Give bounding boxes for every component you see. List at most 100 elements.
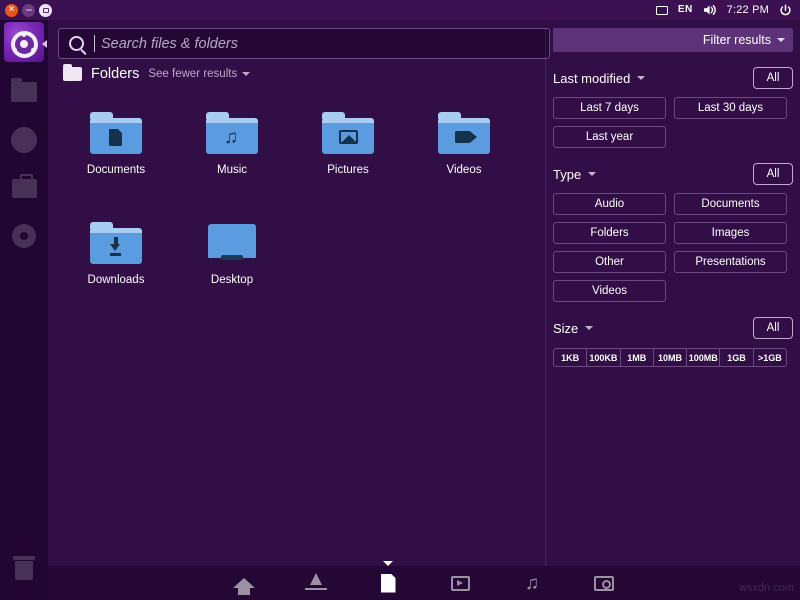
result-item-music[interactable]: ♫ Music [174,102,290,212]
scope-files[interactable] [375,570,401,596]
camera-icon [594,576,614,591]
search-icon [69,36,84,51]
display-indicator[interactable] [656,6,668,15]
text-cursor [94,35,95,52]
result-item-desktop[interactable]: Desktop [174,212,290,322]
maximize-button[interactable] [39,4,52,17]
sidebar-item-firefox[interactable] [0,116,48,164]
minimize-button[interactable] [22,4,35,17]
video-icon [451,576,470,591]
panel-divider [545,28,546,588]
filter-option-images[interactable]: Images [674,222,787,244]
software-center-icon [12,179,37,198]
volume-indicator[interactable] [703,4,717,16]
filter-results-header[interactable]: Filter results [553,28,793,52]
folder-documents-icon [90,112,142,154]
applications-icon [305,573,327,593]
result-label: Music [217,164,247,176]
size-step-1mb[interactable]: 1MB [621,349,654,366]
size-step-100kb[interactable]: 100KB [587,349,620,366]
result-item-downloads[interactable]: Downloads [58,212,174,322]
keyboard-layout-indicator[interactable]: EN [678,5,693,15]
filter-all-button[interactable]: All [753,317,793,339]
scope-videos[interactable] [447,570,473,596]
filter-group-title: Type [553,167,581,182]
files-document-icon [381,574,396,593]
size-step-10mb[interactable]: 10MB [654,349,687,366]
folder-icon [63,67,82,81]
scope-bar: ♫ [48,566,800,600]
filter-option-audio[interactable]: Audio [553,193,666,215]
folder-music-icon: ♫ [206,112,258,154]
result-item-pictures[interactable]: Pictures [290,102,406,212]
filter-group-last-modified: Last modified All Last 7 days Last 30 da… [553,67,793,148]
filter-all-button[interactable]: All [753,163,793,185]
filter-group-size: Size All 1KB 100KB 1MB 10MB 100MB 1GB >1… [553,317,793,367]
launcher-arrow-icon [42,40,47,48]
size-step-1gb[interactable]: 1GB [720,349,753,366]
top-panel: × EN 7:22 PM [0,0,800,20]
ubuntu-dash-icon [11,31,38,58]
search-input[interactable]: Search files & folders [58,28,550,59]
result-item-documents[interactable]: Documents [58,102,174,212]
scope-photos[interactable] [591,570,617,596]
result-label: Videos [447,164,482,176]
filter-group-type: Type All Audio Documents Folders Images … [553,163,793,302]
filter-option-presentations[interactable]: Presentations [674,251,787,273]
see-fewer-results-link[interactable]: See fewer results [148,68,250,80]
chevron-down-icon[interactable] [585,326,593,330]
results-grid: Documents ♫ Music Pictu [58,102,548,322]
see-fewer-results-label: See fewer results [148,68,237,80]
desktop-screen: × EN 7:22 PM [0,0,800,600]
clock[interactable]: 7:22 PM [727,5,769,16]
filter-option-last-30-days[interactable]: Last 30 days [674,97,787,119]
folder-videos-icon [438,112,490,154]
sidebar-item-settings[interactable] [0,212,48,260]
chevron-down-icon [242,72,250,76]
sidebar-item-software[interactable] [0,164,48,212]
filter-option-last-year[interactable]: Last year [553,126,666,148]
result-label: Pictures [327,164,369,176]
filter-option-last-7-days[interactable]: Last 7 days [553,97,666,119]
watermark: wsxdn.com [739,582,794,594]
sidebar-item-trash[interactable] [0,544,48,592]
filter-option-other[interactable]: Other [553,251,666,273]
music-note-icon: ♫ [525,574,539,593]
size-step-over-1gb[interactable]: >1GB [754,349,786,366]
firefox-icon [11,127,37,153]
result-label: Downloads [88,274,145,286]
scope-home[interactable] [231,570,257,596]
sidebar-item-files[interactable] [0,68,48,116]
filter-results-label: Filter results [703,33,771,47]
result-label: Documents [87,164,145,176]
search-placeholder: Search files & folders [101,36,238,52]
speaker-icon [703,4,717,16]
power-menu[interactable] [779,4,792,17]
chevron-down-icon[interactable] [637,76,645,80]
scope-music[interactable]: ♫ [519,570,545,596]
scope-applications[interactable] [303,570,329,596]
filter-option-folders[interactable]: Folders [553,222,666,244]
size-step-100mb[interactable]: 100MB [687,349,720,366]
trash-icon [13,556,35,580]
close-button[interactable]: × [5,4,18,17]
filter-all-button[interactable]: All [753,67,793,89]
filter-option-documents[interactable]: Documents [674,193,787,215]
unity-launcher [0,20,48,600]
result-item-videos[interactable]: Videos [406,102,522,212]
filter-option-videos[interactable]: Videos [553,280,666,302]
system-tray: EN 7:22 PM [656,4,800,17]
size-range-slider[interactable]: 1KB 100KB 1MB 10MB 100MB 1GB >1GB [553,348,787,367]
folder-downloads-icon [90,222,142,264]
files-icon [11,82,37,102]
size-step-1kb[interactable]: 1KB [554,349,587,366]
filter-pane: Filter results Last modified All Last 7 … [553,28,793,367]
sidebar-item-ubuntu-dash[interactable] [0,20,48,68]
active-scope-caret-icon [383,561,393,566]
category-header: Folders See fewer results [63,66,250,82]
result-label: Desktop [211,274,253,286]
desktop-monitor-icon [206,222,258,264]
chevron-down-icon[interactable] [588,172,596,176]
window-controls: × [0,4,52,17]
filter-group-title: Size [553,321,578,336]
